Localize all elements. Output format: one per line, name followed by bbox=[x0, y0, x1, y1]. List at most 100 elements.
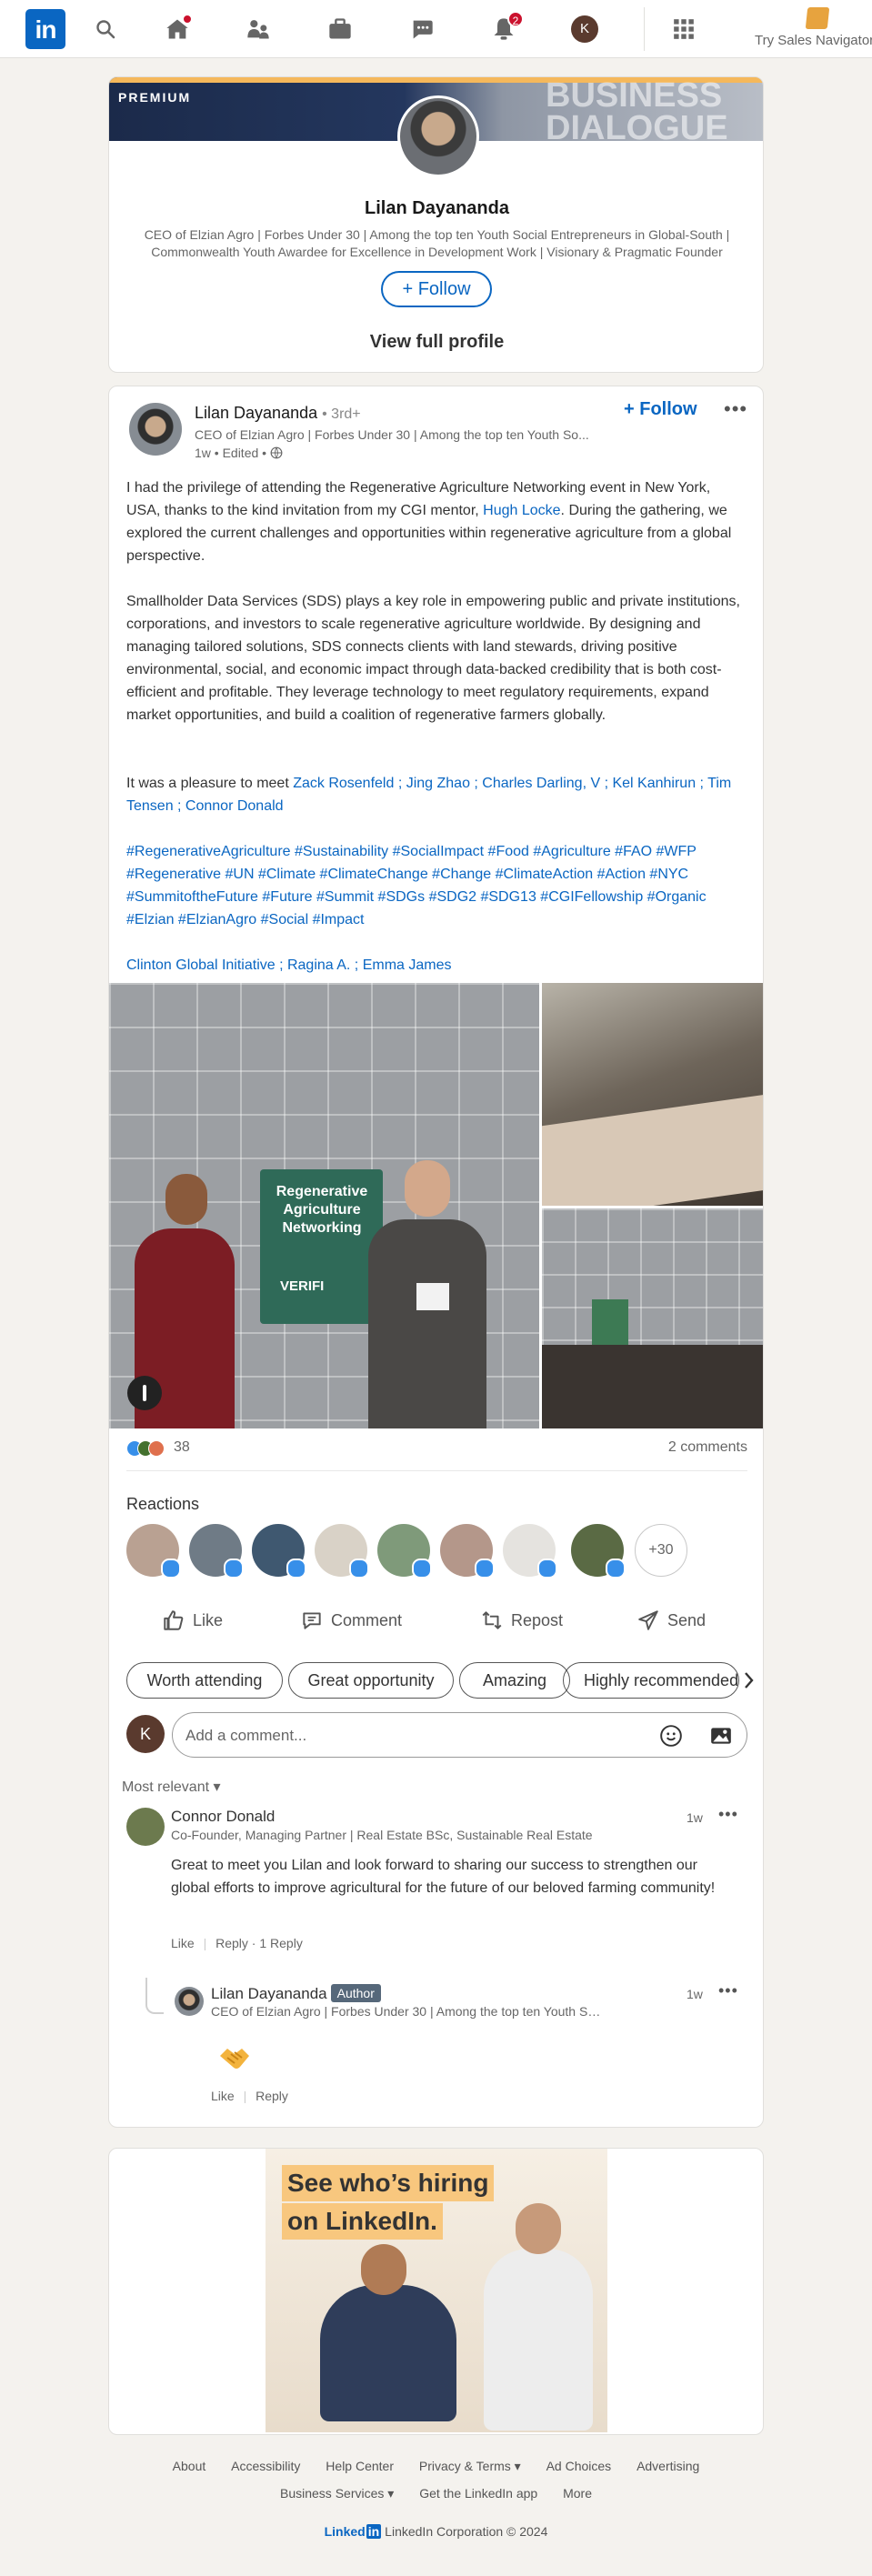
footer-help-center[interactable]: Help Center bbox=[326, 2459, 394, 2473]
reactor-avatar[interactable] bbox=[503, 1524, 557, 1579]
reply-more-icon[interactable]: ••• bbox=[718, 1981, 738, 2000]
action-separator: | bbox=[243, 2089, 247, 2103]
comment-avatar[interactable] bbox=[126, 1808, 165, 1846]
plus-icon: + bbox=[624, 399, 640, 419]
more-reactors[interactable]: +30 bbox=[635, 1524, 687, 1577]
plus-icon: + bbox=[402, 279, 418, 299]
profile-follow-button[interactable]: + Follow bbox=[381, 271, 492, 307]
comment-input[interactable]: Add a comment... bbox=[172, 1712, 747, 1758]
ad-headline: See who’s hiring on LinkedIn. bbox=[282, 2165, 495, 2241]
reactor-avatar[interactable] bbox=[440, 1524, 495, 1579]
reactor-avatar[interactable] bbox=[315, 1524, 369, 1579]
comments-count[interactable]: 2 comments bbox=[668, 1439, 747, 1456]
profile-avatar[interactable] bbox=[397, 95, 479, 177]
profile-headline: CEO of Elzian Agro | Forbes Under 30 | A… bbox=[144, 227, 730, 259]
image-icon[interactable] bbox=[709, 1724, 733, 1748]
comment-author[interactable]: Connor Donald bbox=[171, 1808, 275, 1826]
suggestion-chip[interactable]: Amazing bbox=[459, 1662, 570, 1699]
send-icon bbox=[638, 1610, 658, 1630]
post-meta: 1w • Edited • bbox=[195, 446, 283, 460]
messaging-icon[interactable] bbox=[407, 15, 436, 44]
para3-prefix: It was a pleasure to meet bbox=[126, 776, 294, 791]
post-author-headline: CEO of Elzian Agro | Forbes Under 30 | A… bbox=[195, 427, 589, 442]
small-sign bbox=[592, 1299, 628, 1345]
reply-like[interactable]: Like bbox=[211, 2089, 235, 2103]
footer-more[interactable]: More bbox=[563, 2486, 592, 2501]
suggestion-chip[interactable]: Great opportunity bbox=[288, 1662, 454, 1699]
tagged-people[interactable]: Clinton Global Initiative ; Ragina A. ; … bbox=[126, 954, 747, 977]
love-reaction-icon bbox=[148, 1440, 165, 1457]
repost-button[interactable]: Repost bbox=[480, 1606, 563, 1635]
jobs-icon[interactable] bbox=[326, 15, 355, 44]
post-follow-button[interactable]: + Follow bbox=[624, 399, 697, 420]
comment-placeholder: Add a comment... bbox=[185, 1727, 307, 1744]
reply-author[interactable]: Lilan Dayananda bbox=[211, 1985, 327, 2002]
my-network-icon[interactable] bbox=[244, 15, 273, 44]
reactor-avatar[interactable] bbox=[571, 1524, 626, 1579]
event-sign-text: Regenerative Agriculture Networking bbox=[276, 1184, 368, 1236]
my-avatar[interactable]: K bbox=[126, 1715, 165, 1753]
footer-ad-choices[interactable]: Ad Choices bbox=[546, 2459, 612, 2473]
suggestion-chip[interactable]: Worth attending bbox=[126, 1662, 283, 1699]
premium-label: PREMIUM bbox=[118, 90, 192, 105]
comment-reply[interactable]: Reply bbox=[215, 1936, 248, 1950]
reactor-avatar[interactable] bbox=[189, 1524, 244, 1579]
footer-accessibility[interactable]: Accessibility bbox=[231, 2459, 300, 2473]
sort-dropdown[interactable]: Most relevant ▾ bbox=[122, 1778, 221, 1796]
post-author-avatar[interactable] bbox=[129, 403, 182, 456]
footer-advertising[interactable]: Advertising bbox=[636, 2459, 699, 2473]
seated-group bbox=[542, 1345, 763, 1428]
view-full-profile-link[interactable]: View full profile bbox=[109, 332, 763, 353]
comment-replies-count[interactable]: 1 Reply bbox=[259, 1936, 302, 1950]
chevron-right-icon[interactable] bbox=[739, 1662, 757, 1699]
reactor-avatar[interactable] bbox=[377, 1524, 432, 1579]
footer-privacy[interactable]: Privacy & Terms ▾ bbox=[419, 2459, 521, 2473]
divider bbox=[126, 1470, 747, 1471]
footer-about[interactable]: About bbox=[173, 2459, 206, 2473]
suggestion-chip[interactable]: Highly recommended bbox=[563, 1662, 739, 1699]
post-meta-text: 1w • Edited • bbox=[195, 446, 267, 460]
emoji-icon[interactable] bbox=[659, 1724, 683, 1748]
post-author-name[interactable]: Lilan Dayananda bbox=[195, 404, 317, 422]
post-photo-top-right[interactable] bbox=[542, 983, 763, 1206]
info-icon[interactable] bbox=[127, 1376, 162, 1410]
post-more-icon[interactable]: ••• bbox=[724, 397, 747, 421]
globe-icon bbox=[270, 446, 283, 459]
me-avatar[interactable]: K bbox=[571, 15, 598, 43]
search-icon[interactable] bbox=[91, 15, 120, 44]
reply-headline: CEO of Elzian Agro | Forbes Under 30 | A… bbox=[211, 2004, 602, 2019]
reactions-count[interactable]: 38 bbox=[174, 1439, 190, 1456]
nav-divider bbox=[644, 7, 645, 51]
reply-reply[interactable]: Reply bbox=[256, 2089, 288, 2103]
footer-get-app[interactable]: Get the LinkedIn app bbox=[419, 2486, 537, 2501]
profile-name[interactable]: Lilan Dayananda bbox=[109, 198, 763, 219]
send-label: Send bbox=[667, 1610, 707, 1629]
comment-more-icon[interactable]: ••• bbox=[718, 1805, 738, 1824]
send-button[interactable]: Send bbox=[636, 1606, 706, 1635]
follow-label: Follow bbox=[417, 279, 471, 299]
home-icon[interactable] bbox=[163, 13, 194, 44]
reply-avatar[interactable] bbox=[175, 1987, 204, 2016]
mention-hugh-locke[interactable]: Hugh Locke bbox=[483, 503, 560, 518]
sales-navigator-link[interactable]: Try Sales Navigator bbox=[755, 33, 872, 48]
grid-icon[interactable] bbox=[669, 15, 698, 44]
reactor-avatar[interactable] bbox=[252, 1524, 306, 1579]
post-photo-main[interactable]: Regenerative Agriculture Networking VERI… bbox=[109, 983, 539, 1428]
sales-navigator-icon[interactable] bbox=[805, 7, 830, 29]
like-button[interactable]: Like bbox=[162, 1606, 223, 1635]
reactor-avatar[interactable] bbox=[126, 1524, 181, 1579]
footer-links-row2: Business Services ▾ Get the LinkedIn app… bbox=[108, 2486, 764, 2501]
notifications-icon[interactable]: 2 bbox=[489, 11, 524, 44]
ad-image[interactable]: See who’s hiring on LinkedIn. bbox=[266, 2149, 607, 2432]
footer-business-services[interactable]: Business Services ▾ bbox=[280, 2486, 394, 2501]
caret-down-icon: ▾ bbox=[387, 2486, 395, 2501]
reply-author-line: Lilan Dayananda Author bbox=[211, 1984, 381, 2003]
ad-line-1: See who’s hiring bbox=[282, 2165, 495, 2201]
caret-down-icon: ▾ bbox=[514, 2459, 521, 2473]
linkedin-logo[interactable]: in bbox=[25, 9, 65, 49]
post-photo-bottom-right[interactable] bbox=[542, 1208, 763, 1428]
comment-button[interactable]: Comment bbox=[300, 1606, 402, 1635]
footer-linkedin-logo: Linked in bbox=[325, 2524, 382, 2539]
hashtags[interactable]: #RegenerativeAgriculture #Sustainability… bbox=[126, 840, 747, 931]
comment-like[interactable]: Like bbox=[171, 1936, 195, 1950]
